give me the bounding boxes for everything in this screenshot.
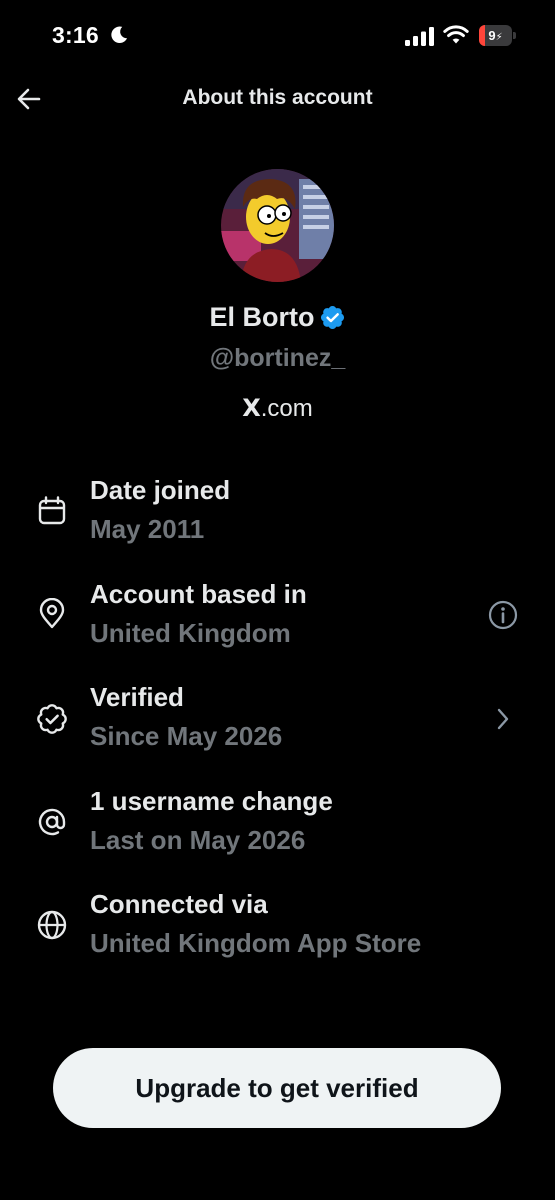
info-value: United Kingdom App Store [90,928,422,958]
info-row-verified[interactable]: Verified Since May 2026 [0,682,555,772]
verified-seal-icon [37,704,67,734]
display-name: El Borto [209,302,315,332]
info-value: May 2011 [90,514,205,544]
info-value: United Kingdom [90,618,291,648]
battery-percentage: 9⚡ [488,28,503,43]
globe-icon [37,910,67,940]
username: @bortinez_ [209,344,346,372]
display-name-row: El Borto [0,302,555,333]
info-icon [488,600,518,630]
info-label: 1 username change [90,786,333,816]
location-pin-icon [39,598,65,629]
info-label: Date joined [90,475,231,505]
info-value: Last on May 2026 [90,825,306,855]
status-time: 3:16 [52,22,99,48]
page-title: About this account [182,86,373,109]
info-row-connected-via: Connected via United Kingdom App Store [0,889,555,979]
info-label: Verified [90,682,184,712]
info-row-account-based-in: Account based in United Kingdom [0,579,555,669]
battery-icon: 9⚡ [479,25,517,46]
info-row-date-joined: Date joined May 2011 [0,475,555,565]
signal-icon [405,27,434,46]
info-label: Account based in [90,579,307,609]
info-value: Since May 2026 [90,721,283,751]
info-button[interactable] [487,599,519,631]
moon-icon [111,26,128,44]
site-suffix: .com [260,395,313,422]
avatar[interactable] [221,169,334,282]
info-label: Connected via [90,889,268,919]
avatar-image [221,169,334,282]
calendar-icon [38,496,66,525]
status-bar: 3:16 9⚡ [0,0,555,70]
wifi-icon [443,25,469,44]
info-row-username-change: 1 username change Last on May 2026 [0,786,555,876]
upgrade-to-verified-button[interactable]: Upgrade to get verified [53,1048,501,1128]
battery-cap [513,32,516,39]
x-logo: X [242,394,261,422]
verified-chevron-button[interactable] [487,703,519,735]
at-sign-icon [38,808,66,836]
chevron-right-icon [497,708,509,730]
verified-badge-icon [320,305,344,330]
battery-body: 9⚡ [479,25,512,46]
connected-site: X.com [0,394,555,423]
